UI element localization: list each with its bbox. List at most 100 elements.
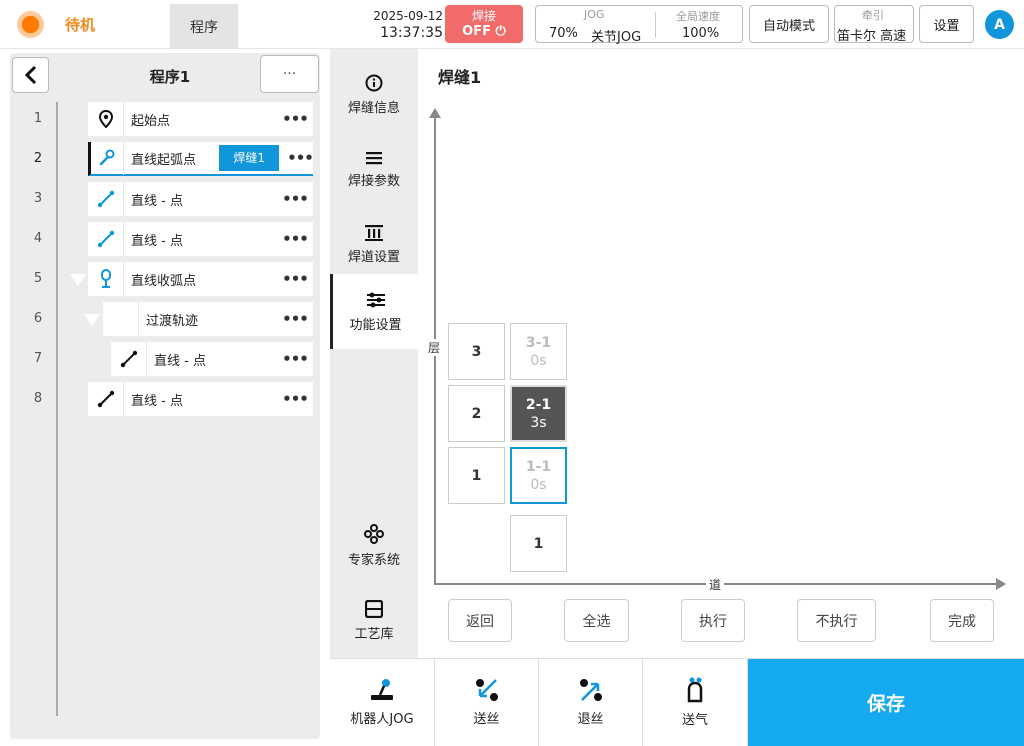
weld-pass-cell[interactable]: 2-1 3s (510, 385, 567, 442)
row-more-button[interactable]: ••• (277, 350, 313, 368)
pillars-icon (365, 224, 383, 241)
tab-label: 焊道设置 (347, 249, 400, 265)
collapse-triangle-icon[interactable] (84, 314, 100, 326)
row-number: 3 (33, 191, 43, 206)
back-action-button[interactable]: 返回 (448, 599, 512, 642)
row-more-button[interactable]: ••• (277, 310, 313, 328)
gas-button[interactable]: 送气 (643, 659, 748, 746)
row-number: 7 (33, 351, 43, 366)
weld-pass-cell[interactable]: 3-1 0s (510, 323, 567, 380)
pass-cell[interactable]: 1 (510, 515, 567, 572)
row-more-button[interactable]: ••• (277, 230, 313, 248)
row-number: 6 (33, 311, 43, 326)
weld-pass-cell-selected[interactable]: 1-1 0s (510, 447, 567, 504)
tab-process-library[interactable]: 工艺库 (330, 583, 418, 658)
joystick-icon (371, 679, 393, 700)
machine-status: 待机 (65, 16, 96, 34)
layer-cell[interactable]: 1 (448, 447, 505, 504)
row-label: 过渡轨迹 (146, 313, 199, 329)
robot-jog-button[interactable]: 机器人JOG (330, 659, 435, 746)
arrow-up-icon (429, 108, 441, 118)
program-row-selected[interactable]: 直线起弧点 焊缝1 ••• (88, 141, 314, 176)
save-button[interactable]: 保存 (748, 659, 1024, 746)
divider (655, 12, 656, 38)
pass-id: 2-1 (525, 396, 552, 413)
weld-label: 焊接 (471, 9, 496, 23)
program-row[interactable]: 起始点 ••• (88, 102, 313, 136)
traction-value: 笛卡尔 高速 (837, 29, 907, 44)
gas-cylinder-icon (687, 677, 703, 703)
row-more-button[interactable]: ••• (277, 110, 313, 128)
tab-function-settings[interactable]: 功能设置 (330, 274, 418, 349)
tab-label: 专家系统 (347, 552, 400, 568)
row-label: 起始点 (131, 113, 171, 129)
list-icon (366, 151, 382, 164)
done-button[interactable]: 完成 (930, 599, 994, 642)
traction-button[interactable]: 牵引 笛卡尔 高速 (834, 5, 914, 44)
line-segment-icon (111, 342, 147, 376)
date-text: 2025-09-12 (373, 9, 443, 23)
row-more-button[interactable]: ••• (277, 390, 313, 408)
row-number: 2 (33, 151, 43, 166)
page-title: 焊缝1 (438, 68, 482, 87)
collapse-triangle-icon[interactable] (70, 274, 86, 286)
power-icon: ⏻ (495, 24, 506, 39)
weld-state: OFF ⏻ (462, 24, 506, 39)
jog-speed-panel[interactable]: JOG 70% 关节JOG 全局速度 100% (535, 5, 743, 45)
row-more-button[interactable]: ••• (277, 190, 313, 208)
line-segment-icon (88, 182, 124, 216)
global-speed-title: 全局速度 (676, 10, 720, 23)
avatar[interactable]: A (985, 10, 1014, 39)
sliders-icon (366, 292, 385, 307)
layer-cell[interactable]: 3 (448, 323, 505, 380)
pass-id: 1-1 (525, 458, 552, 475)
line-segment-icon (88, 222, 124, 256)
row-number: 4 (33, 231, 43, 246)
row-label: 直线 - 点 (154, 353, 206, 369)
tab-label: 工艺库 (354, 626, 394, 642)
auto-mode-button[interactable]: 自动模式 (749, 5, 829, 43)
tab-label: 焊缝信息 (347, 100, 400, 116)
weld-torch-icon (91, 141, 124, 175)
row-label: 直线 - 点 (131, 193, 183, 209)
wire-feed-icon (475, 679, 498, 701)
weld-toggle-button[interactable]: 焊接 OFF ⏻ (445, 5, 523, 43)
jog-title: JOG (584, 8, 605, 21)
pass-time: 0s (530, 476, 547, 493)
tab-weld-params[interactable]: 焊接参数 (330, 132, 418, 207)
layer-cell[interactable]: 2 (448, 385, 505, 442)
settings-button[interactable]: 设置 (919, 5, 974, 43)
status-indicator-icon (17, 11, 44, 38)
wire-retract-button[interactable]: 退丝 (539, 659, 643, 746)
execute-button[interactable]: 执行 (681, 599, 745, 642)
pass-id: 3-1 (525, 334, 552, 351)
not-execute-button[interactable]: 不执行 (797, 599, 876, 642)
database-icon (365, 599, 383, 618)
row-label: 直线 - 点 (131, 393, 183, 409)
tab-expert-system[interactable]: 专家系统 (330, 508, 418, 583)
info-icon (365, 74, 383, 91)
jog-mode: 关节JOG (591, 30, 642, 45)
wire-feed-button[interactable]: 送丝 (435, 659, 539, 746)
program-row[interactable]: 直线 - 点 ••• (88, 182, 313, 216)
tab-pass-settings[interactable]: 焊道设置 (330, 207, 418, 282)
wire-retract-icon (579, 679, 602, 701)
program-row[interactable]: 直线 - 点 ••• (88, 382, 313, 416)
tab-program[interactable]: 程序 (170, 4, 238, 49)
button-label: 送丝 (473, 712, 500, 727)
row-label: 直线 - 点 (131, 233, 183, 249)
program-row[interactable]: 直线 - 点 ••• (88, 222, 313, 256)
select-all-button[interactable]: 全选 (564, 599, 629, 642)
y-axis-label: 层 (425, 339, 444, 356)
empty-icon (103, 302, 139, 336)
network-icon (364, 523, 384, 544)
weld-seam-tag[interactable]: 焊缝1 (219, 145, 279, 171)
program-row[interactable]: 直线收弧点 ••• (88, 262, 313, 296)
program-more-button[interactable]: ··· (260, 55, 319, 93)
row-more-button[interactable]: ••• (287, 149, 314, 167)
tab-weld-info[interactable]: 焊缝信息 (330, 57, 418, 132)
row-more-button[interactable]: ••• (277, 270, 313, 288)
program-row[interactable]: 过渡轨迹 ••• (103, 302, 313, 336)
program-row[interactable]: 直线 - 点 ••• (111, 342, 313, 376)
back-button[interactable] (12, 57, 49, 93)
